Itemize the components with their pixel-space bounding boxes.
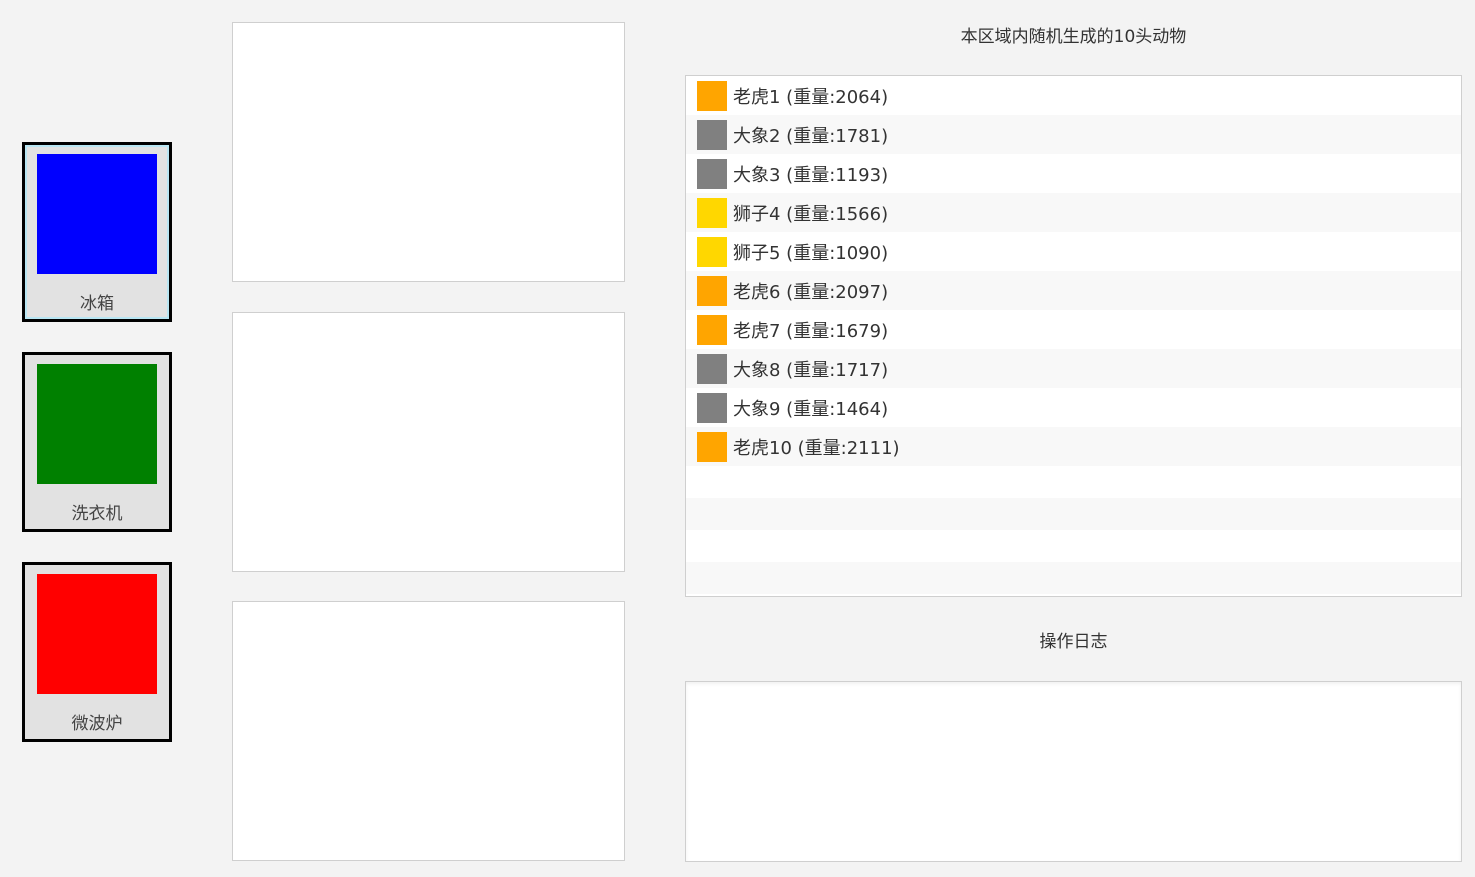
- elephant-color-chip: [697, 158, 727, 189]
- washing-machine-color-swatch: [37, 364, 157, 484]
- animal-item[interactable]: 大象3 (重量:1193): [686, 154, 1461, 193]
- elephant-color-chip: [697, 392, 727, 423]
- animal-item[interactable]: 大象2 (重量:1781): [686, 115, 1461, 154]
- tiger-color-chip: [697, 314, 727, 345]
- animal-item[interactable]: 大象8 (重量:1717): [686, 349, 1461, 388]
- animal-item-label: 老虎10 (重量:2111): [733, 437, 900, 459]
- fridge-drop-panel[interactable]: [232, 22, 625, 282]
- fridge-color-swatch: [37, 154, 157, 274]
- empty-list-row: [686, 530, 1461, 562]
- animal-item-label: 大象3 (重量:1193): [733, 164, 889, 186]
- empty-list-row: [686, 562, 1461, 594]
- empty-list-row: [686, 498, 1461, 530]
- microwave-color-swatch: [37, 574, 157, 694]
- animal-list: 老虎1 (重量:2064) 大象2 (重量:1781) 大象3 (重量:1193…: [685, 75, 1462, 597]
- animal-item-label: 狮子4 (重量:1566): [733, 203, 889, 225]
- animal-item[interactable]: 老虎6 (重量:2097): [686, 271, 1461, 310]
- animal-item-label: 大象8 (重量:1717): [733, 359, 889, 381]
- animal-item[interactable]: 老虎10 (重量:2111): [686, 427, 1461, 466]
- fridge-label: 冰箱: [80, 294, 114, 314]
- animal-item[interactable]: 老虎7 (重量:1679): [686, 310, 1461, 349]
- washing-machine-drop-panel[interactable]: [232, 312, 625, 572]
- appliance-washing-machine[interactable]: 洗衣机: [22, 352, 172, 532]
- animal-item-label: 大象2 (重量:1781): [733, 125, 889, 147]
- appliance-microwave[interactable]: 微波炉: [22, 562, 172, 742]
- tiger-color-chip: [697, 80, 727, 111]
- animal-item-label: 狮子5 (重量:1090): [733, 242, 889, 264]
- elephant-color-chip: [697, 119, 727, 150]
- operation-log[interactable]: [685, 681, 1462, 862]
- elephant-color-chip: [697, 353, 727, 384]
- microwave-drop-panel[interactable]: [232, 601, 625, 861]
- washing-machine-label: 洗衣机: [71, 504, 123, 524]
- animal-item-label: 老虎7 (重量:1679): [733, 320, 889, 342]
- animal-item[interactable]: 老虎1 (重量:2064): [686, 76, 1461, 115]
- tiger-color-chip: [697, 431, 727, 462]
- animal-item[interactable]: 狮子5 (重量:1090): [686, 232, 1461, 271]
- tiger-color-chip: [697, 275, 727, 306]
- lion-color-chip: [697, 197, 727, 228]
- animal-item-label: 大象9 (重量:1464): [733, 398, 889, 420]
- empty-list-row: [686, 466, 1461, 498]
- lion-color-chip: [697, 236, 727, 267]
- animal-item[interactable]: 大象9 (重量:1464): [686, 388, 1461, 427]
- microwave-label: 微波炉: [71, 714, 123, 734]
- animal-item[interactable]: 狮子4 (重量:1566): [686, 193, 1461, 232]
- animal-item-label: 老虎1 (重量:2064): [733, 86, 889, 108]
- animal-item-label: 老虎6 (重量:2097): [733, 281, 889, 303]
- animals-section-title: 本区域内随机生成的10头动物: [960, 27, 1187, 47]
- appliance-fridge[interactable]: 冰箱: [22, 142, 172, 322]
- log-section-title: 操作日志: [1039, 632, 1108, 652]
- app-root: 冰箱 洗衣机 微波炉 本区域内随机生成的10头动物 老虎1 (重量:2064) …: [0, 0, 1475, 877]
